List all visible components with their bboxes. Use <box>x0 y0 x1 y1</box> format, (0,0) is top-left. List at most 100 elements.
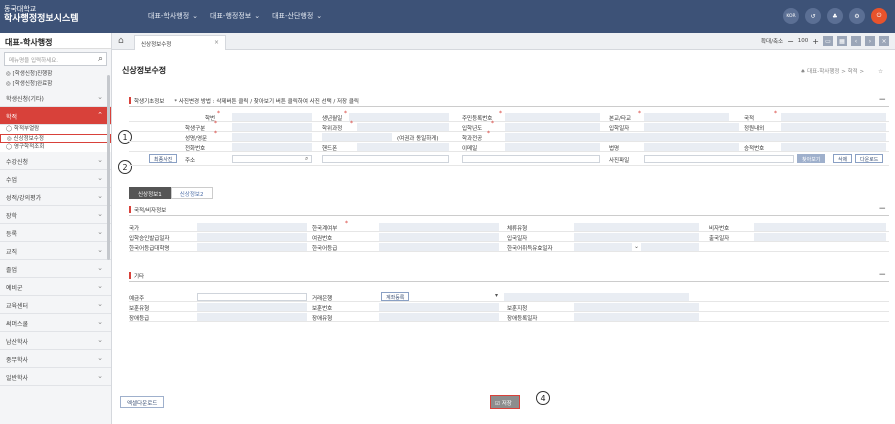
account-holder-input[interactable] <box>197 293 307 301</box>
power-icon[interactable]: ⏻ <box>871 8 887 24</box>
menu-search-input[interactable]: 메뉴명을 입력하세요. ⌕ <box>4 52 107 66</box>
sidebar-group[interactable]: 수강신청 ⌄ <box>0 152 111 170</box>
sidebar-group-label: 교육센터 <box>6 303 29 310</box>
org-chart-icon[interactable]: ♣ <box>827 8 843 24</box>
sidebar-group-label: 예비군 <box>6 285 23 292</box>
search-icon[interactable]: ⌕ <box>98 54 103 64</box>
sidebar-group[interactable]: 남산학사 ⌄ <box>0 332 111 350</box>
sidebar-group[interactable]: 교육센터 ⌄ <box>0 296 111 314</box>
sidebar-group[interactable]: 일반학사 ⌄ <box>0 368 111 386</box>
download-button[interactable]: 다운로드 <box>855 154 884 163</box>
form-row: 장애등급 장애유형 장애등록일자 <box>129 312 889 322</box>
search-placeholder: 메뉴명을 입력하세요. <box>9 58 59 64</box>
latest-photo-button[interactable]: 최종사진 <box>149 154 178 163</box>
register-account-button[interactable]: 계좌등록 <box>381 292 410 301</box>
app-window: 동국대학교 학사행정정보시스템 대표-학사행정 ⌄ 대표-행정정보 ⌄ 대표-산단행… <box>0 0 895 424</box>
zoom-out-icon[interactable]: − <box>787 37 794 46</box>
tab-profile-1[interactable]: 신상정보1 <box>129 187 171 199</box>
label-exit-date: 출국일자 <box>709 236 730 242</box>
sidebar-scrollbar[interactable] <box>107 75 110 260</box>
window-icon[interactable]: ▭ <box>823 36 833 46</box>
chevron-down-icon[interactable]: ⌄ <box>634 243 639 250</box>
student-id-value <box>232 113 312 121</box>
chevron-down-icon: ⌄ <box>192 12 199 20</box>
visa-info-grid: 국가 한국계여부 * 체류유형 비자번호 입학승인발급일자 여권번호 입국일자 출… <box>129 220 889 252</box>
top-menu-item-academic[interactable]: 대표-학사행정 ⌄ <box>148 11 198 21</box>
sidebar-group[interactable]: 등록 ⌄ <box>0 224 111 242</box>
address-input[interactable] <box>322 155 449 163</box>
zoom-control: 확대/축소 − 100 + ▭ ▦ ‹ › × <box>761 36 889 46</box>
sidebar-subitem-selected[interactable]: ◎ 신상정보수정 <box>0 134 111 143</box>
favorite-item[interactable]: ◎ [학생신청]완료함 <box>0 79 111 89</box>
close-icon[interactable]: × <box>214 39 219 46</box>
sidebar-group-active[interactable]: 학적 ⌃ <box>0 107 111 125</box>
prev-icon[interactable]: ‹ <box>851 36 861 46</box>
sidebar-group[interactable]: 예비군 ⌄ <box>0 278 111 296</box>
sidebar-group[interactable]: 수업 ⌄ <box>0 170 111 188</box>
sidebar-group[interactable]: 졸업 ⌄ <box>0 260 111 278</box>
language-button[interactable]: KOR <box>783 8 799 24</box>
save-button[interactable]: ☑ 저장 <box>490 395 520 409</box>
mobile-value <box>357 143 449 151</box>
stay-type-value <box>574 223 699 231</box>
etc-grid: 예금주 거래은행 계좌등록 ▾ 보훈유형 보훈번호 보훈지청 장애등급 장애유형 <box>129 292 889 322</box>
breadcrumb-text: 대표-학사행정 > 학적 > <box>807 69 865 75</box>
label-veteran-office: 보훈지청 <box>507 306 528 312</box>
sidebar-group-label: 성적/강의평가 <box>6 195 42 202</box>
dropdown-arrow-icon[interactable]: ▾ <box>495 292 498 299</box>
chevron-down-icon: ⌄ <box>97 372 103 380</box>
label-account-holder: 예금주 <box>129 296 145 302</box>
top-menu-item-admin[interactable]: 대표-행정정보 ⌄ <box>210 11 260 21</box>
label-address: 주소 <box>185 158 196 164</box>
bank-select[interactable] <box>504 293 689 301</box>
label-nationality: 국적 <box>744 116 755 122</box>
zoom-value: 100 <box>797 38 809 44</box>
label-degree: 학위과정 <box>322 126 343 132</box>
sidebar-group[interactable]: 장학 ⌄ <box>0 206 111 224</box>
system-name: 학사행정정보시스템 <box>4 14 79 24</box>
grid-icon[interactable]: ▦ <box>837 36 847 46</box>
excel-download-button[interactable]: 엑셀다운로드 <box>120 396 165 408</box>
photo-file-input[interactable] <box>644 155 794 163</box>
chevron-down-icon: ⌄ <box>97 300 103 308</box>
section-bar <box>129 206 131 213</box>
phone-value <box>232 143 312 151</box>
next-icon[interactable]: › <box>865 36 875 46</box>
browse-button[interactable]: 찾아보기 <box>797 154 826 163</box>
chevron-down-icon: ⌄ <box>97 246 103 254</box>
sidebar-group-label: 학생신청(기타) <box>6 96 44 103</box>
home-icon[interactable]: ⌂ <box>118 36 124 46</box>
collapse-icon[interactable]: − <box>878 204 886 214</box>
zoom-in-icon[interactable]: + <box>812 37 819 46</box>
sidebar: 대표-학사행정 메뉴명을 입력하세요. ⌕ ◎ [학생신청]진행함 ◎ [학생신… <box>0 33 112 424</box>
label-birthdate: 생년월일 <box>322 116 343 122</box>
sidebar-group[interactable]: 중무학사 ⌄ <box>0 350 111 368</box>
sidebar-subitem[interactable]: ◯ 영구학적조회 <box>0 143 111 152</box>
sidebar-group[interactable]: 교직 ⌄ <box>0 242 111 260</box>
sidebar-group[interactable]: 써머스쿨 ⌄ <box>0 314 111 332</box>
label-major: 학과전공 <box>462 136 483 142</box>
top-menu-item-industry[interactable]: 대표-산단행정 ⌄ <box>272 11 322 21</box>
share-icon[interactable]: ↺ <box>805 8 821 24</box>
address-zip-input[interactable] <box>232 155 312 163</box>
app-logo[interactable]: 동국대학교 학사행정정보시스템 <box>4 4 79 24</box>
delete-button[interactable]: 삭제 <box>833 154 853 163</box>
resident-no-value <box>505 113 600 121</box>
page-title: 신상정보수정 <box>122 66 167 75</box>
address-detail-input[interactable] <box>462 155 600 163</box>
gear-icon[interactable]: ⚙ <box>849 8 865 24</box>
collapse-icon[interactable]: − <box>878 270 886 280</box>
favorite-item[interactable]: ◎ [학생신청]진행함 <box>0 69 111 79</box>
sidebar-group[interactable]: 학생신청(기타) ⌄ <box>0 89 111 107</box>
sidebar-group[interactable]: 성적/강의평가 ⌄ <box>0 188 111 206</box>
search-icon[interactable]: ⌕ <box>305 155 308 163</box>
collapse-icon[interactable]: − <box>878 95 886 105</box>
label-country: 국가 <box>129 226 140 232</box>
tab-profile-2[interactable]: 신상정보2 <box>170 187 213 199</box>
close-all-icon[interactable]: × <box>879 36 889 46</box>
star-icon[interactable]: ☆ <box>878 69 883 75</box>
visa-no-value <box>754 223 886 231</box>
tab-profile-edit[interactable]: 신상정보수정 × <box>134 35 226 50</box>
chevron-down-icon: ⌄ <box>97 93 103 101</box>
sidebar-subitem[interactable]: ◯ 학적부열람 <box>0 125 111 134</box>
